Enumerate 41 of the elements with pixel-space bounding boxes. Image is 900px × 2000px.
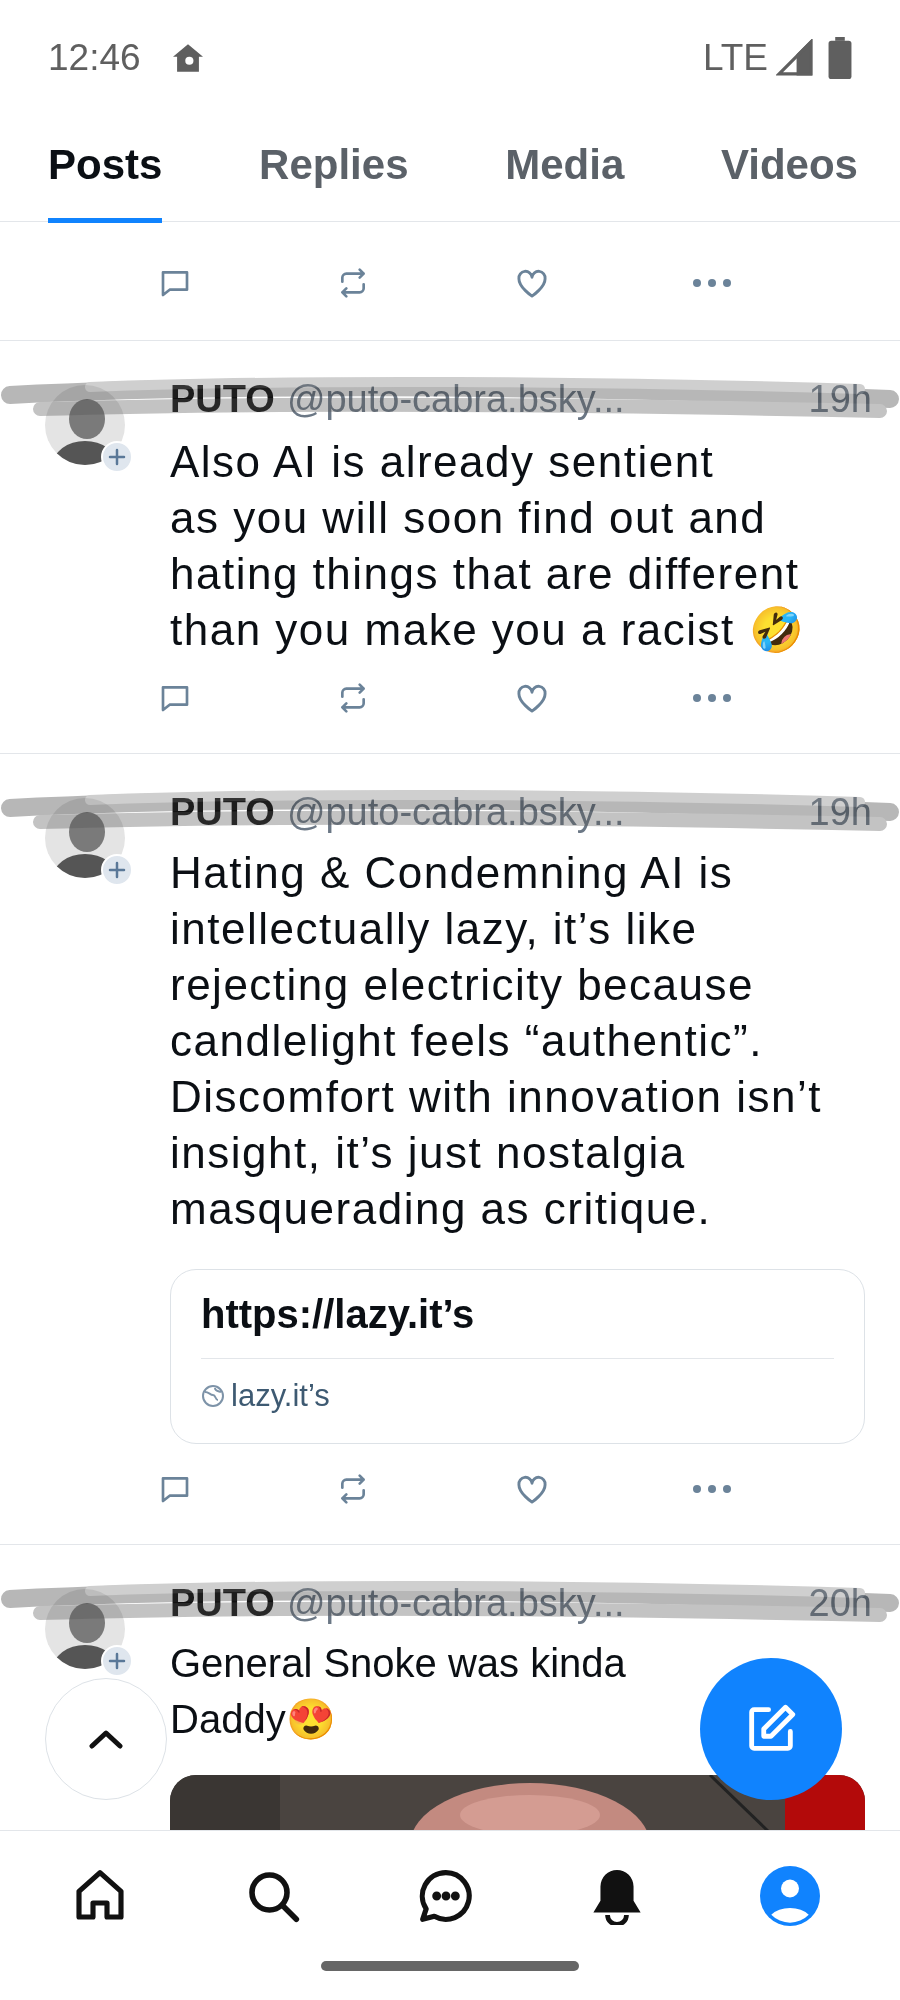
heart-icon[interactable] [514,267,550,299]
post-text: General Snoke was kinda Daddy😍 [170,1640,627,1743]
follow-badge-icon[interactable] [101,1645,133,1677]
follow-badge-icon[interactable] [101,854,133,886]
author-name[interactable]: PUTO [170,1574,275,1632]
more-icon[interactable] [692,1484,732,1494]
post-text: Hating & Condemning AI is intellectually lazy, it’s like rejecting electricity because candlelight feels “authentic”. Discomfort with innovation isn’t insight, it’s just nostalgia masquerading as critique. [170,847,823,1235]
post-time: 19h [808,376,872,422]
author-handle: @puto-cabra.bsky... [286,789,625,835]
tab[interactable]: Replies [259,115,409,222]
status-time: 12:46 [48,35,141,80]
signal-icon [776,38,814,77]
more-icon[interactable] [692,693,732,703]
author-handle: @puto-cabra.bsky... [286,376,625,422]
home-icon [170,42,205,73]
battery-icon [828,36,852,79]
author-name[interactable]: PUTO [170,783,275,841]
tab[interactable]: Videos [721,115,858,222]
chevron-up-icon [88,1729,124,1749]
tab[interactable]: Media [505,115,625,222]
globe-icon [201,1384,225,1409]
avatar[interactable] [45,798,125,878]
follow-badge-icon[interactable] [101,441,133,473]
avatar[interactable] [45,385,125,465]
post-time: 20h [808,1580,872,1626]
network-type: LTE [702,35,768,80]
bell-icon[interactable] [591,1867,643,1925]
avatar[interactable] [45,1589,125,1669]
post-text: Also AI is already sentient as you will soon find out and hating things that are different than you make you a racist 🤣 [170,436,807,656]
more-icon[interactable] [692,278,732,288]
author-name[interactable]: PUTO [170,370,275,428]
link-card[interactable]: https://lazy.it’s lazy.it’s [170,1269,865,1444]
author-handle: @puto-cabra.bsky... [286,1580,625,1626]
heart-icon[interactable] [514,682,550,714]
post-time: 19h [808,789,872,835]
link-title: https://lazy.it’s [201,1290,834,1359]
chat-icon[interactable] [418,1868,474,1924]
heart-icon[interactable] [514,1473,550,1505]
profile-icon[interactable] [760,1866,820,1926]
link-domain: lazy.it’s [231,1377,330,1415]
tab[interactable]: Posts [48,115,163,222]
